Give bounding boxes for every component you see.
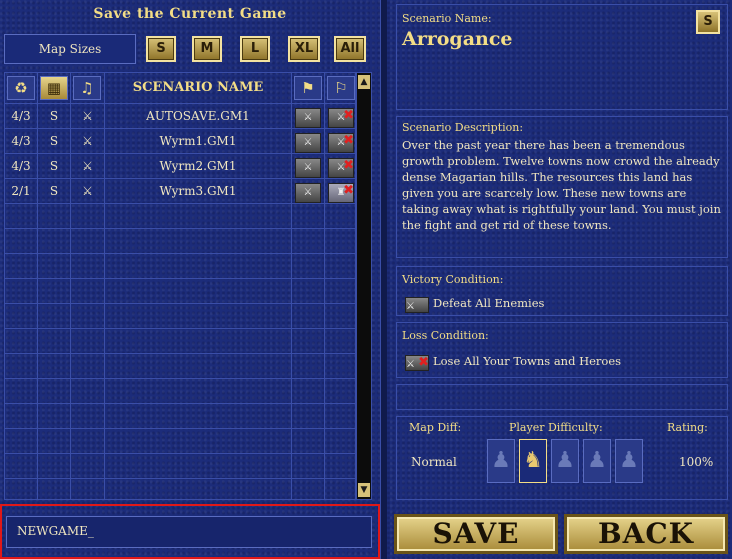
filename-field[interactable] <box>6 516 372 548</box>
victory-sort-icon[interactable]: ⚑ <box>294 76 322 100</box>
town-defeat-icon: ♜ ✖ <box>328 183 354 203</box>
swords-icon: ⚔ <box>295 133 321 153</box>
defeat-icon: ⚔ ✖ <box>328 158 354 178</box>
difficulty-easy-pawn-icon[interactable]: ♟ <box>487 439 515 483</box>
size-all-button[interactable]: All <box>334 36 366 62</box>
description-label: Scenario Description: <box>402 121 524 134</box>
scenario-name: Arrogance <box>402 28 513 50</box>
description-box: Scenario Description: Over the past year… <box>396 116 728 258</box>
scenario-name-label: Scenario Name: <box>402 12 492 25</box>
players-cell: 4/3 <box>11 159 31 173</box>
map-size-sort-icon[interactable]: ▦ <box>40 76 68 100</box>
scenario-info-panel: Scenario Name: Arrogance S Scenario Desc… <box>386 0 732 559</box>
loss-label: Loss Condition: <box>402 329 489 342</box>
sword-icon: ⚔ <box>82 134 93 148</box>
loss-box: Loss Condition: ⚔ ✖ Lose All Your Towns an… <box>396 322 728 378</box>
player-difficulty-label: Player Difficulty: <box>509 421 603 434</box>
scroll-down-arrow-icon[interactable]: ▼ <box>358 483 370 497</box>
players-cell: 4/3 <box>11 134 31 148</box>
sword-icon: ⚔ <box>82 109 93 123</box>
size-m-button[interactable]: M <box>192 36 222 62</box>
size-cell: S <box>49 159 59 173</box>
size-xl-button[interactable]: XL <box>288 36 320 62</box>
size-cell: S <box>49 184 59 198</box>
scenario-list: ♻ ▦ ♫ SCENARIO NAME ⚑ ⚐ 4/3 S ⚔ AUTOSAVE… <box>4 72 356 500</box>
difficulty-hard-pawn-icon[interactable]: ♟ <box>551 439 579 483</box>
swords-icon: ⚔ <box>295 158 321 178</box>
defeat-icon: ⚔ ✖ <box>405 355 429 371</box>
description-text: Over the past year there has been a trem… <box>402 138 721 232</box>
save-button[interactable]: SAVE <box>394 514 558 554</box>
difficulty-normal-knight-icon[interactable]: ♞ <box>519 439 547 483</box>
sword-icon: ⚔ <box>82 184 93 198</box>
rating-label: Rating: <box>667 421 708 434</box>
table-row[interactable]: 2/1 S ⚔ Wyrm3.GM1 ⚔ ♜ ✖ <box>5 179 357 203</box>
empty-info-box <box>396 384 728 410</box>
sword-icon: ⚔ <box>82 159 93 173</box>
loss-text: Lose All Your Towns and Heroes <box>433 354 622 368</box>
map-sizes-label: Map Sizes <box>4 34 136 64</box>
table-row[interactable]: 4/3 S ⚔ AUTOSAVE.GM1 ⚔ ⚔ ✖ <box>5 104 357 128</box>
defeat-icon: ⚔ ✖ <box>328 108 354 128</box>
scenario-name-header[interactable]: SCENARIO NAME <box>105 73 291 103</box>
victory-text: Defeat All Enemies <box>433 296 545 310</box>
swords-icon: ⚔ <box>295 183 321 203</box>
rating-value: 100% <box>679 455 714 469</box>
table-row[interactable]: 4/3 S ⚔ Wyrm2.GM1 ⚔ ⚔ ✖ <box>5 154 357 178</box>
victory-box: Victory Condition: ⚔ Defeat All Enemies <box>396 266 728 316</box>
scroll-up-arrow-icon[interactable]: ▲ <box>358 75 370 89</box>
defeat-icon: ⚔ ✖ <box>328 133 354 153</box>
map-difficulty-value: Normal <box>411 455 457 469</box>
size-cell: S <box>49 109 59 123</box>
filename-input[interactable] <box>15 523 359 539</box>
size-l-button[interactable]: L <box>240 36 270 62</box>
swords-icon: ⚔ <box>295 108 321 128</box>
players-cell: 4/3 <box>11 109 31 123</box>
back-button[interactable]: BACK <box>564 514 728 554</box>
victory-label: Victory Condition: <box>402 273 504 286</box>
scenario-name-cell: Wyrm1.GM1 <box>159 134 237 148</box>
size-cell: S <box>49 134 59 148</box>
map-diff-label: Map Diff: <box>409 421 462 434</box>
filename-area <box>0 504 380 559</box>
players-cell: 2/1 <box>11 184 31 198</box>
difficulty-expert-pawn-icon[interactable]: ♟ <box>583 439 611 483</box>
map-size-badge: S <box>696 10 720 34</box>
scenario-name-cell: Wyrm2.GM1 <box>159 159 237 173</box>
scenario-name-cell: AUTOSAVE.GM1 <box>146 109 250 123</box>
panel-title: Save the Current Game <box>93 6 287 22</box>
swords-icon: ⚔ <box>405 297 429 313</box>
loss-sort-icon[interactable]: ⚐ <box>327 76 355 100</box>
difficulty-box: Map Diff: Player Difficulty: Rating: Nor… <box>396 416 728 500</box>
scenario-name-cell: Wyrm3.GM1 <box>159 184 237 198</box>
size-s-button[interactable]: S <box>146 36 176 62</box>
scenario-list-scrollbar[interactable]: ▲ ▼ <box>356 72 372 500</box>
table-row[interactable]: 4/3 S ⚔ Wyrm1.GM1 ⚔ ⚔ ✖ <box>5 129 357 153</box>
version-sort-icon[interactable]: ♫ <box>73 76 101 100</box>
players-sort-icon[interactable]: ♻ <box>7 76 35 100</box>
save-game-panel: Save the Current Game Map Sizes S M L XL… <box>0 0 380 559</box>
difficulty-impossible-pawn-icon[interactable]: ♟ <box>615 439 643 483</box>
